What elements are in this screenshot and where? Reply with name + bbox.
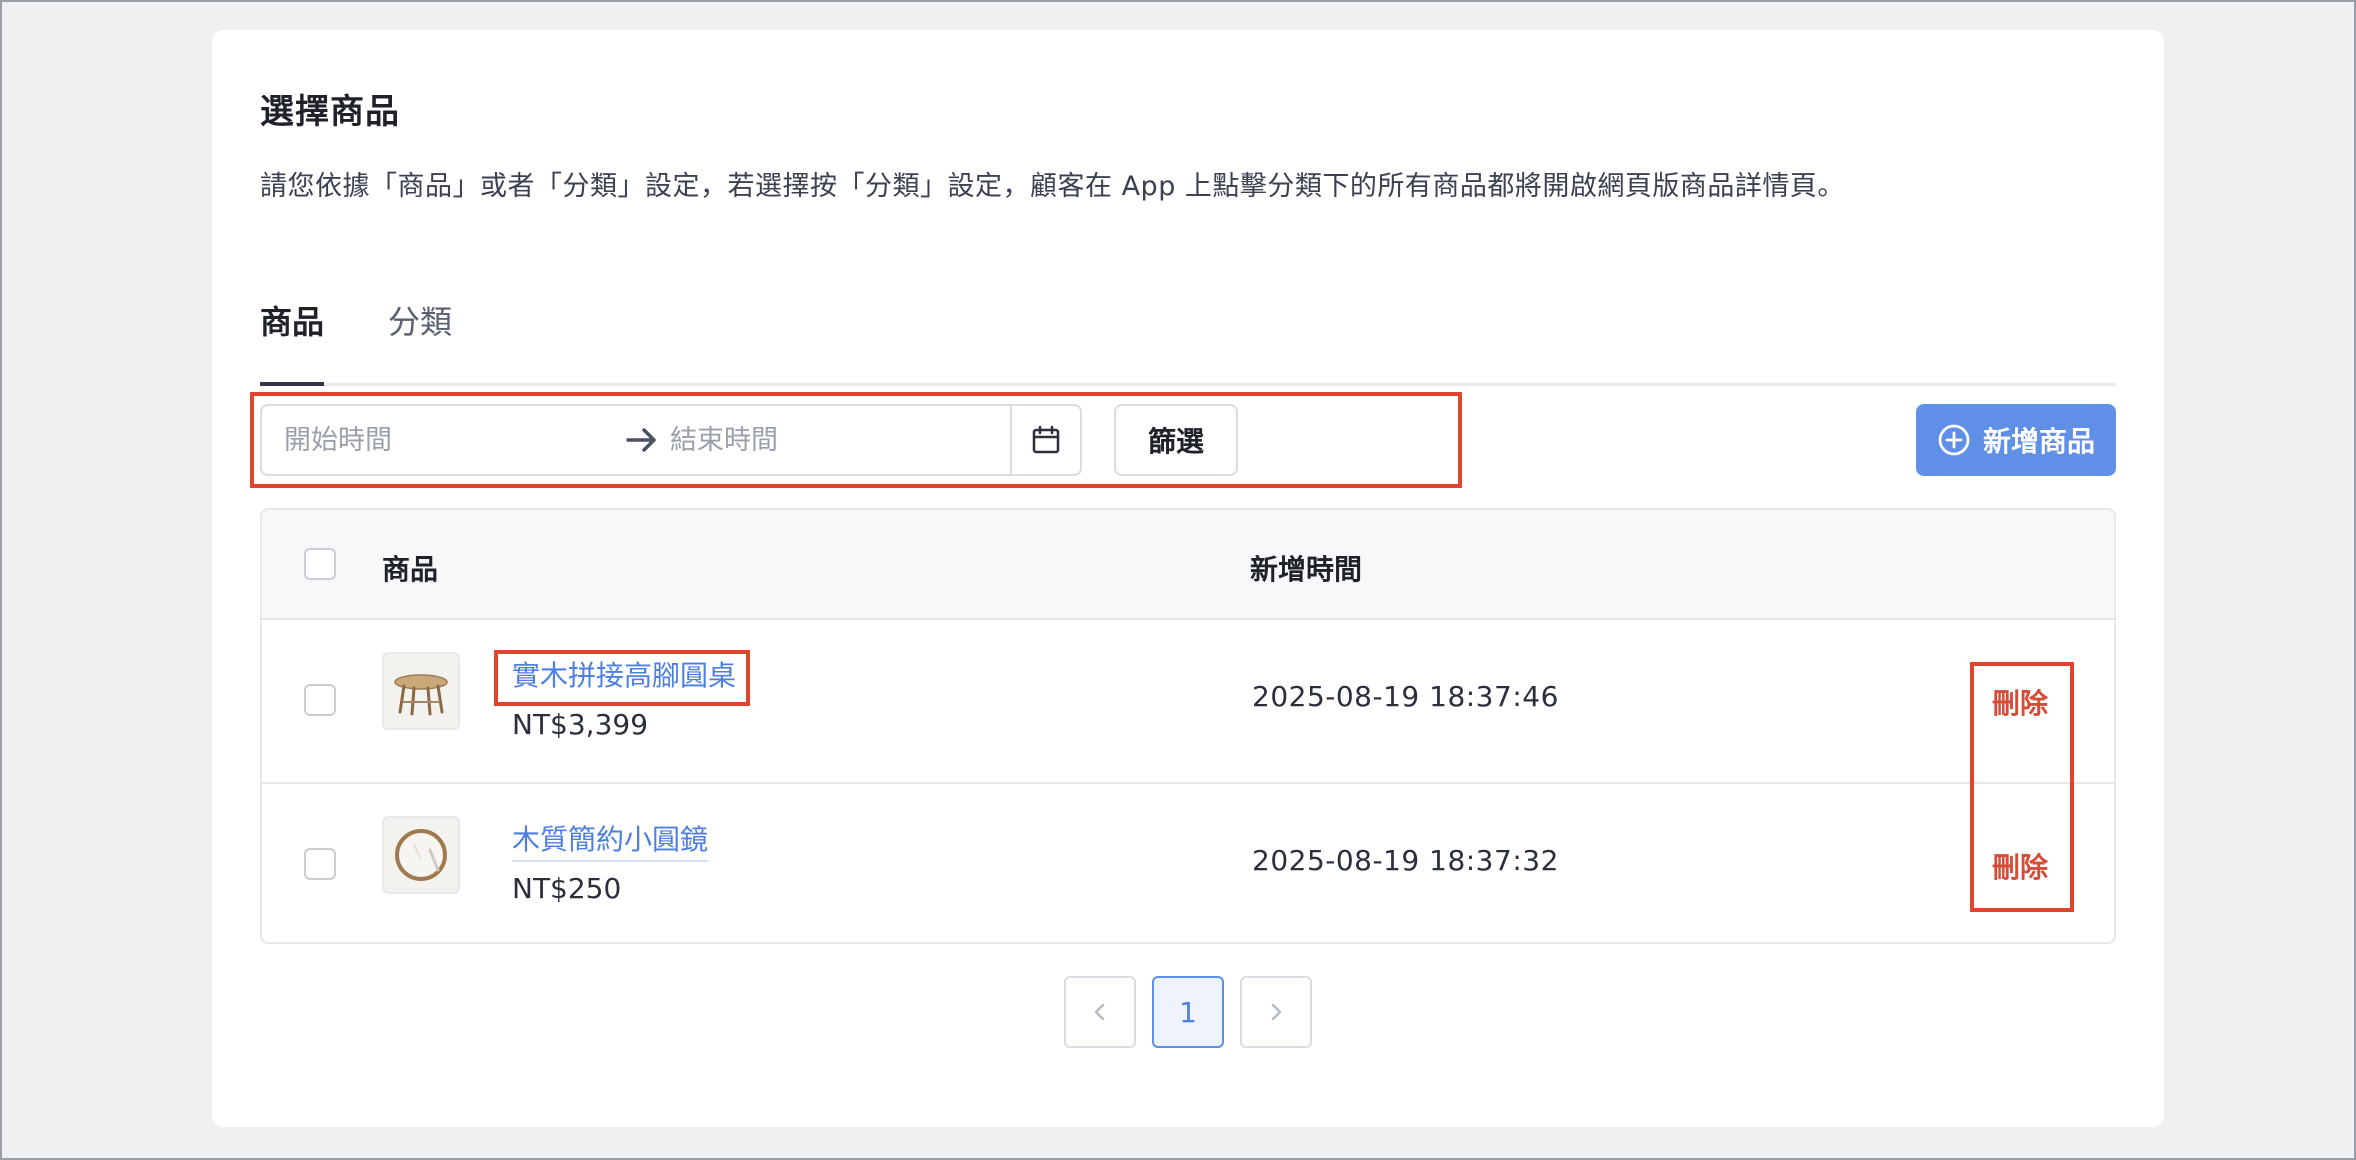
arrow-right-icon (624, 422, 660, 458)
chevron-right-icon (1271, 1003, 1282, 1021)
product-price: NT$250 (512, 872, 622, 905)
row-checkbox[interactable] (304, 848, 336, 880)
product-price: NT$3,399 (512, 708, 649, 741)
active-tab-indicator (260, 382, 324, 386)
table-header: 商品 新增時間 (262, 510, 2114, 620)
calendar-icon[interactable] (1010, 406, 1080, 474)
end-time-input[interactable] (670, 420, 990, 460)
prev-page-button[interactable] (1064, 976, 1136, 1048)
plus-circle-icon (1938, 424, 1970, 456)
add-product-button[interactable]: 新增商品 (1916, 404, 2116, 476)
product-name-link[interactable]: 木質簡約小圓鏡 (512, 818, 709, 862)
column-header-product: 商品 (382, 553, 439, 586)
page-number-button[interactable]: 1 (1152, 976, 1224, 1048)
tab-products[interactable]: 商品 (260, 292, 324, 352)
created-time: 2025-08-19 18:37:46 (1252, 680, 1559, 713)
table-row: 木質簡約小圓鏡 NT$250 2025-08-19 18:37:32 刪除 (262, 782, 2114, 942)
created-time: 2025-08-19 18:37:32 (1252, 844, 1559, 877)
tab-categories[interactable]: 分類 (388, 292, 452, 352)
column-header-created-time: 新增時間 (1250, 553, 1363, 586)
select-products-card: 選擇商品 請您依據「商品」或者「分類」設定，若選擇按「分類」設定，顧客在 App… (212, 30, 2164, 1127)
mirror-icon (382, 816, 460, 894)
chevron-left-icon (1094, 1003, 1105, 1021)
start-time-input[interactable] (284, 420, 604, 460)
product-name-link[interactable]: 實木拼接高腳圓桌 (512, 654, 736, 696)
tab-bar: 商品 分類 (260, 292, 2116, 386)
row-checkbox[interactable] (304, 684, 336, 716)
delete-button[interactable]: 刪除 (1992, 846, 2048, 886)
add-product-label: 新增商品 (1982, 425, 2095, 458)
select-all-checkbox[interactable] (304, 548, 336, 580)
page-title: 選擇商品 (260, 92, 400, 132)
page-description: 請您依據「商品」或者「分類」設定，若選擇按「分類」設定，顧客在 App 上點擊分… (260, 171, 1845, 202)
table-row: 實木拼接高腳圓桌 NT$3,399 2025-08-19 18:37:46 刪除 (262, 620, 2114, 782)
delete-button[interactable]: 刪除 (1992, 682, 2048, 722)
table-icon (382, 652, 460, 730)
product-table: 商品 新增時間 實木拼接高腳圓桌 NT$3,399 2025-08-19 18:… (260, 508, 2116, 944)
date-range-picker[interactable] (260, 404, 1082, 476)
filter-button[interactable]: 篩選 (1114, 404, 1238, 476)
next-page-button[interactable] (1240, 976, 1312, 1048)
